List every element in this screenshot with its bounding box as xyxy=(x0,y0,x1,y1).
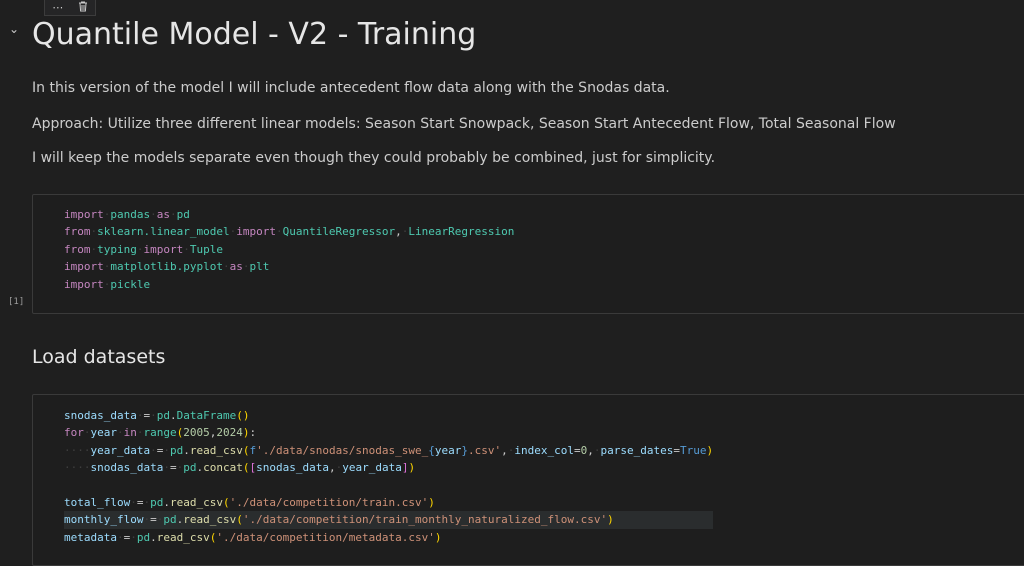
execution-count: [1] xyxy=(8,297,25,307)
paragraph-3: I will keep the models separate even tho… xyxy=(32,150,716,166)
code-cell-2[interactable]: snodas_data·=·pd.DataFrame() for·year·in·… xyxy=(32,394,1024,566)
section-title: Load datasets xyxy=(32,346,166,368)
chevron-down-icon[interactable]: ⌄ xyxy=(9,22,19,36)
trash-icon[interactable] xyxy=(78,1,88,15)
page-title: Quantile Model - V2 - Training xyxy=(32,17,477,52)
code-cell-1[interactable]: import·pandas·as·pd from·sklearn.linear_m… xyxy=(32,194,1024,314)
more-icon[interactable]: ⋯ xyxy=(52,1,63,14)
paragraph-1: In this version of the model I will incl… xyxy=(32,80,670,96)
code-editor-2[interactable]: snodas_data·=·pd.DataFrame() for·year·in·… xyxy=(64,407,714,546)
paragraph-2: Approach: Utilize three different linear… xyxy=(32,116,896,132)
code-editor-1[interactable]: import·pandas·as·pd from·sklearn.linear_m… xyxy=(64,206,514,293)
